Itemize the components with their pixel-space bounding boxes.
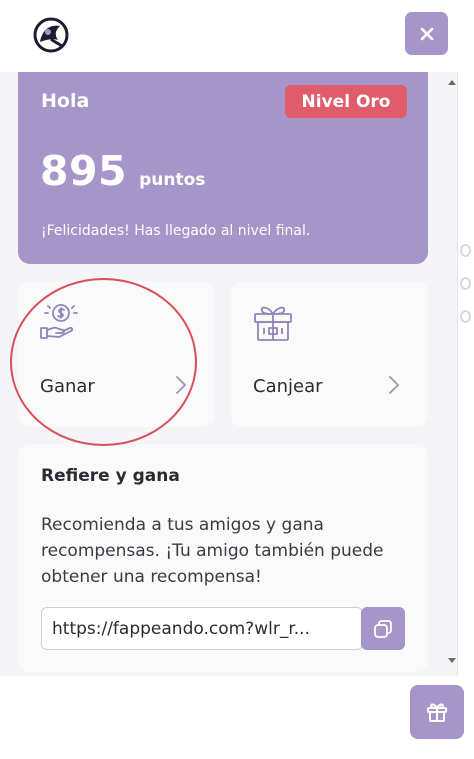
close-icon — [420, 27, 433, 40]
coin-hand-icon — [39, 302, 81, 344]
brand-logo-icon — [32, 16, 70, 54]
scroll-down-arrow-icon[interactable] — [448, 658, 456, 663]
referral-card: Refiere y gana Recomienda a tus amigos y… — [18, 444, 428, 672]
chevron-right-icon — [175, 375, 187, 399]
copy-link-button[interactable] — [361, 607, 405, 650]
level-message: ¡Felicidades! Has llegado al nivel final… — [41, 223, 311, 239]
earn-label: Ganar — [40, 376, 95, 397]
redeem-label: Canjear — [253, 376, 323, 397]
referral-description: Recomienda a tus amigos y gana recompens… — [41, 515, 384, 587]
points-unit: puntos — [139, 170, 206, 190]
scrollbar[interactable] — [448, 80, 456, 670]
points-value: 895 — [40, 147, 128, 195]
copy-icon — [374, 619, 392, 638]
page-edge-controls — [460, 244, 472, 343]
scroll-up-arrow-icon[interactable] — [448, 80, 456, 85]
close-button[interactable] — [405, 12, 448, 55]
gift-icon — [427, 703, 447, 722]
greeting: Hola — [41, 90, 90, 112]
earn-button[interactable]: Ganar — [18, 281, 215, 427]
chevron-right-icon — [388, 375, 400, 399]
referral-title: Refiere y gana — [41, 466, 180, 486]
rewards-launcher-button[interactable] — [410, 685, 464, 739]
widget-header — [0, 0, 458, 72]
widget-content[interactable]: Hola Nivel Oro 895 puntos ¡Felicidades! … — [0, 72, 458, 676]
referral-link-field[interactable]: https://fappeando.com?wlr_r... — [41, 607, 363, 650]
radio-indicator — [460, 277, 471, 290]
gift-icon — [252, 302, 294, 346]
level-badge: Nivel Oro — [285, 85, 407, 118]
radio-indicator — [460, 244, 471, 257]
loyalty-widget: Hola Nivel Oro 895 puntos ¡Felicidades! … — [0, 0, 458, 676]
points-card: Hola Nivel Oro 895 puntos ¡Felicidades! … — [18, 72, 428, 264]
redeem-button[interactable]: Canjear — [231, 281, 428, 427]
points-balance: 895 puntos — [40, 147, 205, 195]
radio-indicator — [460, 310, 471, 323]
